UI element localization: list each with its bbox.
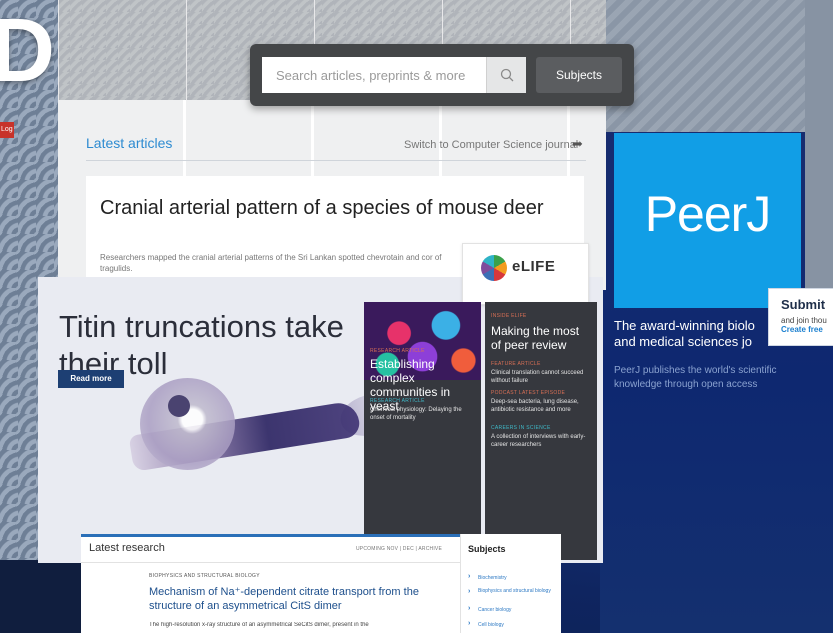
column-kicker: PODCAST LATEST EPISODE: [491, 390, 566, 396]
latest-articles-heading: Latest articles: [86, 135, 173, 151]
read-more-button[interactable]: Read more: [58, 370, 124, 388]
column-headline[interactable]: Making the most of peer review: [491, 324, 591, 352]
column-link[interactable]: A collection of interviews with early-ca…: [491, 433, 591, 449]
search-input[interactable]: [262, 57, 486, 93]
zebrafish-head-image: [140, 378, 235, 470]
column-link[interactable]: Clinical translation cannot succeed with…: [491, 369, 591, 385]
search-icon: [500, 68, 513, 82]
divider: [86, 160, 586, 161]
submit-subtitle: and join thou: [781, 316, 827, 325]
divider: [81, 562, 461, 563]
subjects-button[interactable]: Subjects: [536, 57, 622, 93]
search-button[interactable]: [486, 57, 526, 93]
elife-logo-text: eLIFE: [512, 258, 556, 275]
article-summary: Researchers mapped the cranial arterial …: [100, 253, 442, 273]
peerj-logo: PeerJ: [644, 186, 772, 242]
peerj-description: PeerJ publishes the world's scientific k…: [614, 365, 777, 390]
peerj-submit-card: Submit and join thou Create free: [768, 288, 833, 346]
column-kicker: FEATURE ARTICLE: [491, 361, 541, 367]
subject-link[interactable]: Cancer biology: [478, 607, 558, 613]
background-photo-right: [805, 0, 833, 320]
partial-logo: D: [0, 1, 55, 101]
peerj-tagline: The award-winning biolo and medical scie…: [614, 318, 755, 349]
chevron-right-icon: ›: [468, 620, 471, 627]
column-kicker: CAREERS IN SCIENCE: [491, 425, 551, 431]
chevron-right-icon: ›: [468, 573, 471, 580]
subject-link[interactable]: Cell biology: [478, 622, 558, 628]
column-kicker: INSIDE ELIFE: [491, 313, 527, 319]
column-kicker: RESEARCH ARTICLE: [370, 398, 425, 404]
chevron-right-icon: ›: [468, 588, 471, 595]
partial-login-button[interactable]: Log: [0, 122, 14, 138]
research-article-title[interactable]: Mechanism of Na⁺-dependent citrate trans…: [149, 585, 449, 613]
column-headline[interactable]: Establishing complex communities in yeas…: [370, 357, 478, 413]
share-arrow-icon[interactable]: ➦: [572, 136, 583, 152]
elife-logo-icon: [481, 255, 507, 281]
column-kicker: RESEARCH ARTICLE: [370, 348, 425, 354]
subjects-heading: Subjects: [468, 544, 506, 554]
create-free-account-link[interactable]: Create free: [781, 325, 833, 334]
zebrafish-eye: [168, 395, 190, 417]
subject-link[interactable]: Biophysics and structural biology: [478, 588, 558, 594]
peerj-header-photo: [600, 0, 833, 132]
column-link[interactable]: Deep-sea bacteria, lung disease, antibio…: [491, 398, 591, 414]
latest-research-heading: Latest research: [89, 542, 165, 554]
research-subject-kicker[interactable]: BIOPHYSICS AND STRUCTURAL BIOLOGY: [149, 573, 260, 579]
column-link[interactable]: Chemical physiology: Delaying the onset …: [370, 406, 478, 422]
chevron-right-icon: ›: [468, 605, 471, 612]
subject-link[interactable]: Biochemistry: [478, 575, 558, 581]
submit-title: Submit: [781, 297, 826, 312]
switch-journal-link[interactable]: Switch to Computer Science journal: [404, 139, 578, 151]
article-title[interactable]: Cranial arterial pattern of a species of…: [100, 196, 550, 221]
research-date-nav[interactable]: UPCOMING NOV | DEC | ARCHIVE: [356, 546, 442, 552]
research-article-summary: The high-resolution x-ray structure of a…: [149, 622, 369, 628]
